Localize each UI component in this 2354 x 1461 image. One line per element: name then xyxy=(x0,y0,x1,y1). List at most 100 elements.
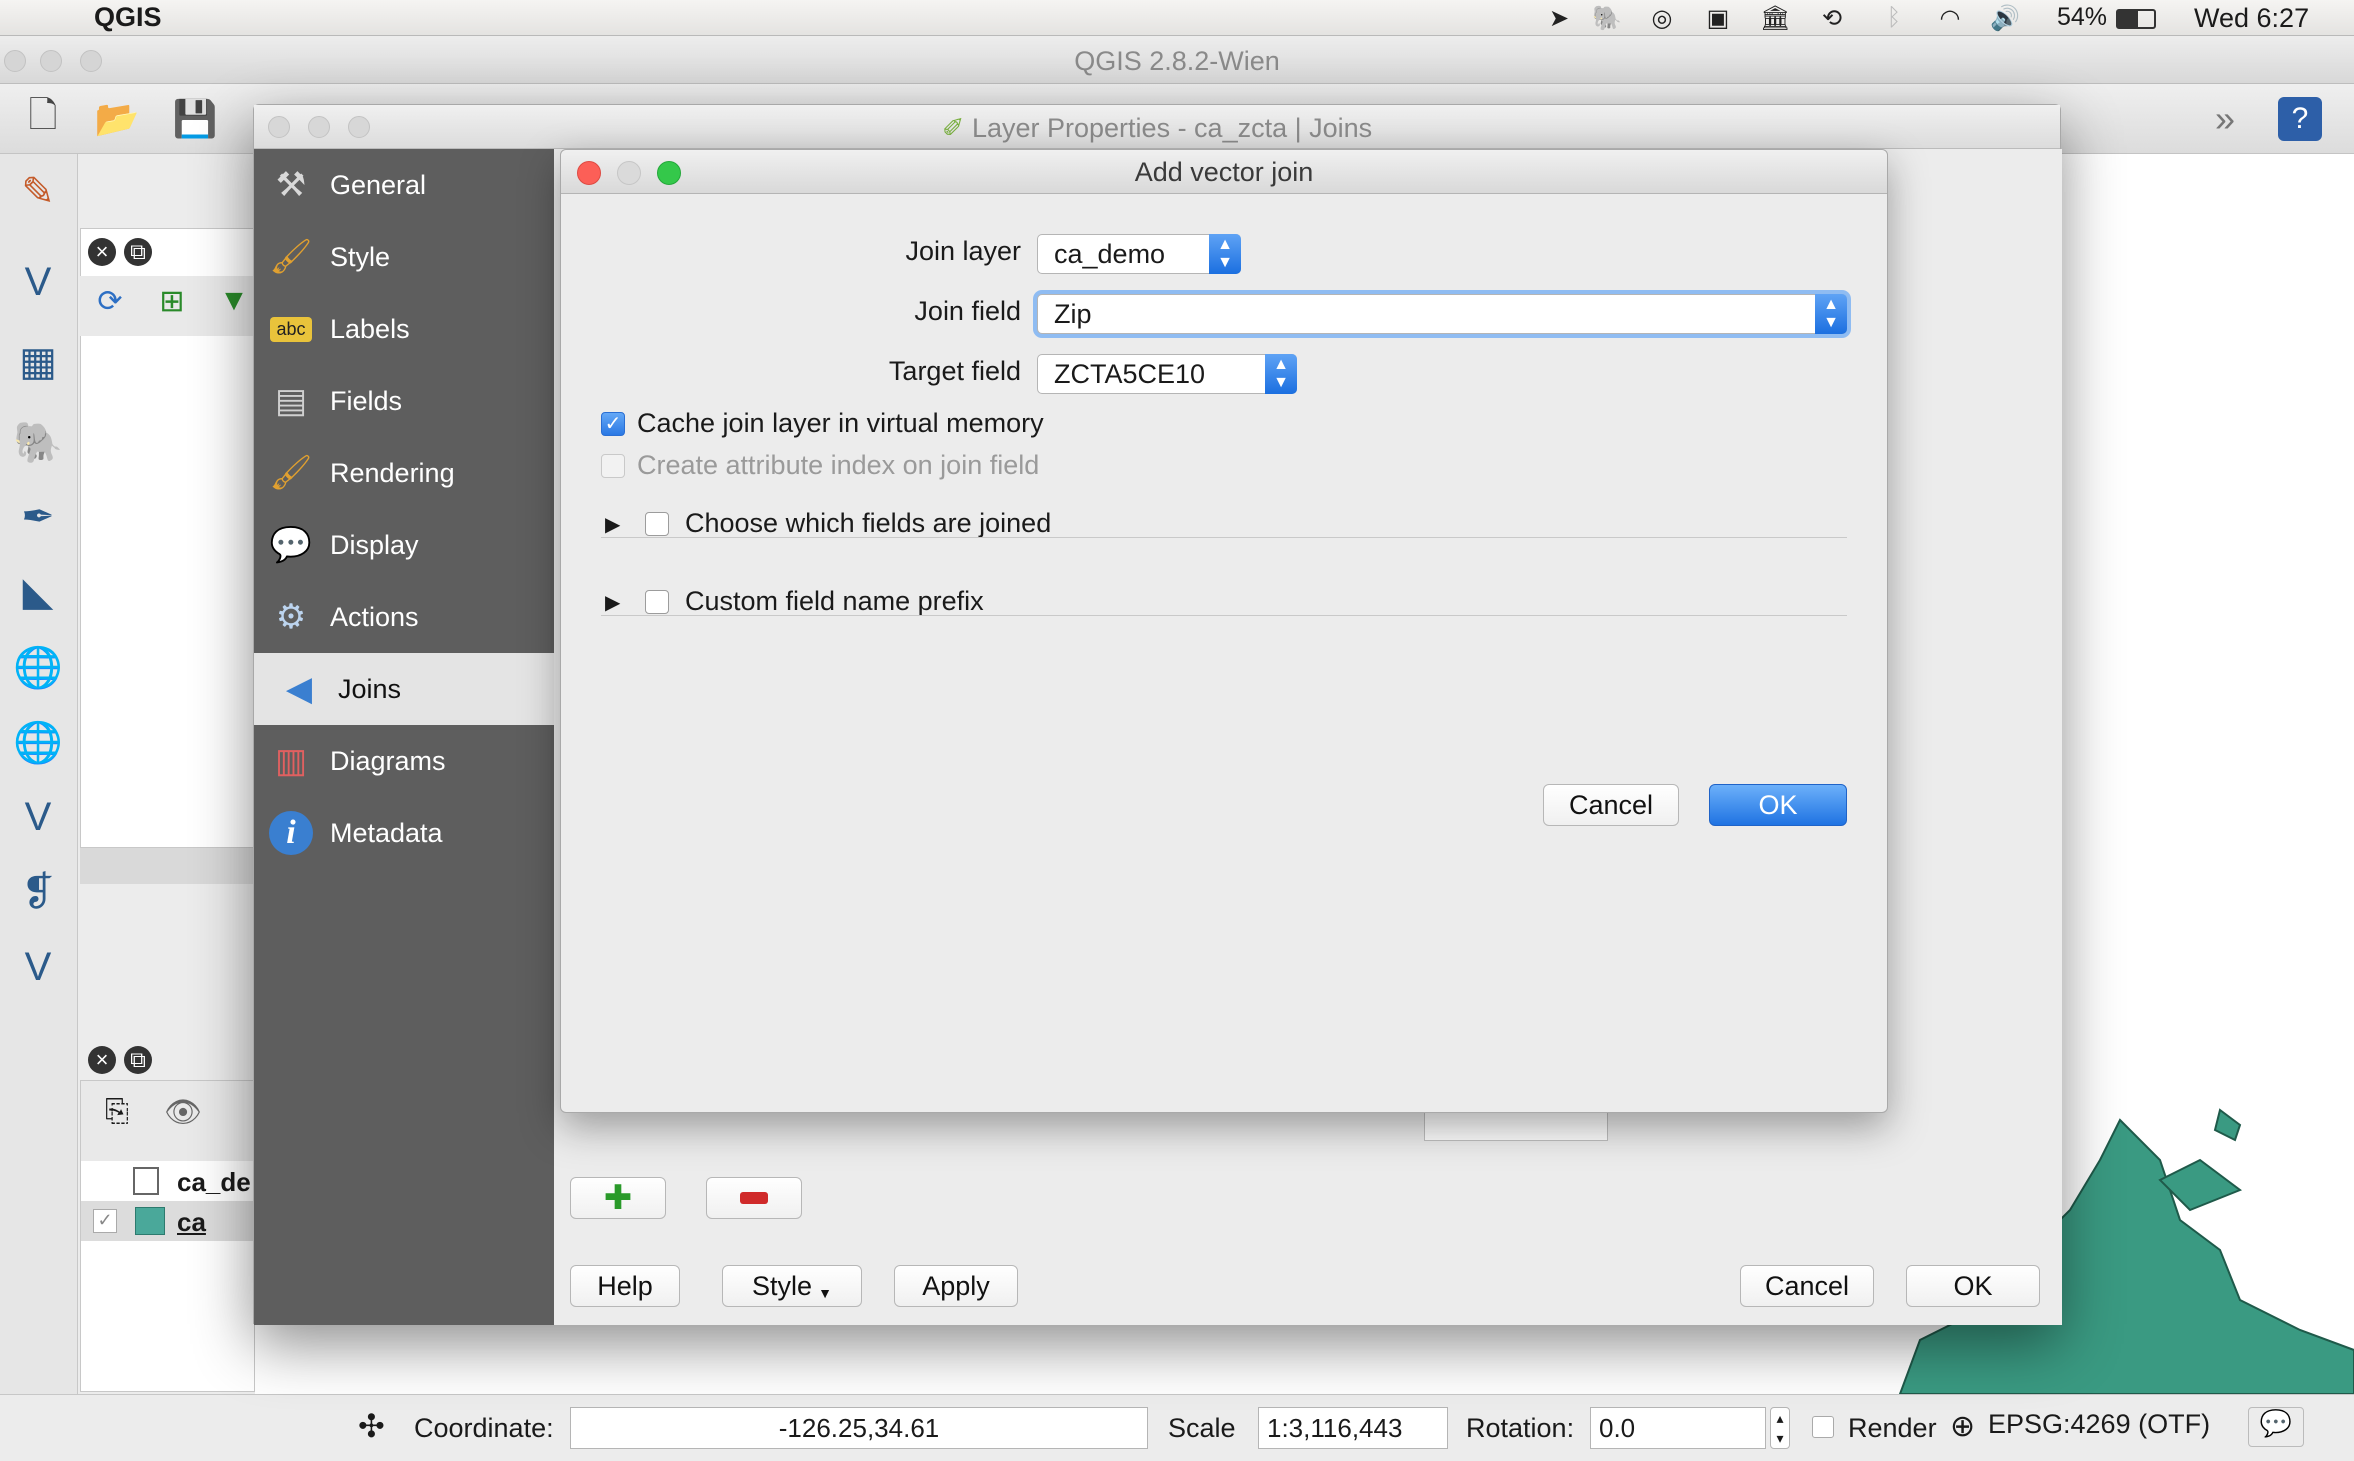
layer-properties-titlebar: ✐ Layer Properties - ca_zcta | Joins xyxy=(254,105,2060,149)
panel-splitter[interactable] xyxy=(80,848,255,884)
layer-name: ca_de xyxy=(177,1167,251,1197)
join-field-combo[interactable]: Zip ▲ ▼ xyxy=(1037,294,1847,334)
cache-join-checkbox[interactable]: ✓ xyxy=(601,412,625,436)
add-icon[interactable]: ⊞ xyxy=(150,284,194,328)
add-mssql-layer-icon[interactable]: ◣ xyxy=(8,564,68,620)
sidebar-item-general[interactable]: ⚒ General xyxy=(254,149,554,221)
app-menu[interactable]: QGIS xyxy=(94,2,162,33)
crs-label[interactable]: EPSG:4269 (OTF) xyxy=(1988,1409,2210,1440)
rotation-stepper[interactable]: ▴ ▾ xyxy=(1770,1407,1790,1449)
visibility-icon[interactable]: 👁 xyxy=(161,1095,205,1139)
target-field-value: ZCTA5CE10 xyxy=(1054,359,1206,389)
paintbrush-icon: 🖌 xyxy=(269,454,313,492)
speech-bubble-icon: 💬 xyxy=(269,526,313,564)
layers-panel: ⎘ 👁 ca_de ✓ ca xyxy=(80,1080,256,1392)
bank-icon[interactable]: 🏛 xyxy=(1760,4,1790,32)
filter-icon[interactable]: ▼ xyxy=(212,284,256,328)
sidebar-item-joins[interactable]: ◀ Joins xyxy=(254,653,554,725)
float-icon[interactable]: ⧉ xyxy=(124,238,152,266)
evernote-icon[interactable]: 🐘 xyxy=(1592,4,1622,32)
add-postgis-layer-icon[interactable]: 🐘 xyxy=(8,414,68,470)
add-spatialite-layer-icon[interactable]: ✒ xyxy=(8,489,68,545)
layer-visibility-checkbox[interactable]: ✓ xyxy=(93,1209,117,1233)
cancel-button[interactable]: Cancel xyxy=(1543,784,1679,826)
layer-row[interactable]: ca_de xyxy=(81,1161,256,1201)
statusbar: ✣ Coordinate: -126.25,34.61 Scale 1:3,11… xyxy=(0,1394,2354,1461)
battery-percent[interactable]: 54% xyxy=(2057,3,2107,32)
divider xyxy=(601,537,1847,538)
digitize-icon[interactable]: ✎ xyxy=(8,164,68,220)
messages-icon[interactable]: ✣ xyxy=(358,1407,385,1445)
attribute-index-checkbox[interactable] xyxy=(601,454,625,478)
sidebar-item-actions[interactable]: ⚙ Actions xyxy=(254,581,554,653)
tools-icon: ⚒ xyxy=(275,166,307,204)
refresh-icon[interactable]: ⟳ xyxy=(88,284,132,328)
creative-cloud-icon[interactable]: ◎ xyxy=(1648,4,1676,32)
sidebar-item-fields[interactable]: ▤ Fields xyxy=(254,365,554,437)
scale-combo[interactable]: 1:3,116,443 xyxy=(1258,1407,1448,1449)
ok-button[interactable]: OK xyxy=(1709,784,1847,826)
add-vector-layer-icon[interactable]: V xyxy=(8,254,68,310)
apply-button[interactable]: Apply xyxy=(894,1265,1018,1307)
sidebar-item-label: Metadata xyxy=(330,817,443,848)
battery-icon[interactable] xyxy=(2116,9,2156,29)
help-icon[interactable]: ? xyxy=(2278,97,2322,141)
rotation-field[interactable]: 0.0 xyxy=(1590,1407,1766,1449)
add-delimited-text-icon[interactable]: ❡ xyxy=(8,864,68,920)
sidebar-item-style[interactable]: 🖌 Style xyxy=(254,221,554,293)
messages-bubble-icon[interactable]: 💬 xyxy=(2248,1407,2304,1447)
choose-fields-checkbox[interactable] xyxy=(645,512,669,536)
layer-properties-sidebar: ⚒ General 🖌 Style abc Labels ▤ Fields 🖌 Rende… xyxy=(254,149,554,1325)
add-wcs-layer-icon[interactable]: 🌐 xyxy=(8,714,68,770)
close-icon[interactable]: × xyxy=(88,238,116,266)
close-icon[interactable]: × xyxy=(88,1046,116,1074)
location-icon[interactable]: ➤ xyxy=(1545,4,1573,32)
sidebar-item-metadata[interactable]: i Metadata xyxy=(254,797,554,869)
coordinate-field[interactable]: -126.25,34.61 xyxy=(570,1407,1148,1449)
abc-label-icon: abc xyxy=(266,304,316,354)
crs-icon[interactable]: ⊕ xyxy=(1950,1409,1975,1444)
prefix-checkbox[interactable] xyxy=(645,590,669,614)
target-field-combo[interactable]: ZCTA5CE10 ▲ ▼ xyxy=(1037,354,1297,394)
render-label: Render xyxy=(1848,1413,1937,1443)
sync-icon[interactable]: ▣ xyxy=(1704,4,1732,32)
ok-button[interactable]: OK xyxy=(1906,1265,2040,1307)
target-field-label: Target field xyxy=(888,356,1021,386)
browser-panel-toolbar: ⟳ ⊞ ▼ xyxy=(80,276,255,336)
wifi-icon[interactable]: ◠ xyxy=(1936,4,1964,32)
sidebar-item-labels[interactable]: abc Labels xyxy=(254,293,554,365)
add-join-button[interactable]: ✚ xyxy=(570,1177,666,1219)
style-button[interactable]: Style ▼ xyxy=(722,1265,862,1307)
expand-arrow-icon[interactable]: ▶ xyxy=(605,590,620,615)
sidebar-item-label: Joins xyxy=(338,673,402,704)
sidebar-item-display[interactable]: 💬 Display xyxy=(254,509,554,581)
diagram-icon: ▥ xyxy=(274,742,308,780)
save-project-icon[interactable]: 💾 xyxy=(170,94,220,144)
time-machine-icon[interactable]: ⟲ xyxy=(1818,4,1846,32)
sidebar-item-diagrams[interactable]: ▥ Diagrams xyxy=(254,725,554,797)
join-layer-combo[interactable]: ca_demo ▲ ▼ xyxy=(1037,234,1241,274)
more-tools-icon[interactable]: » xyxy=(2200,94,2250,144)
coordinate-label: Coordinate: xyxy=(414,1413,554,1443)
render-checkbox[interactable] xyxy=(1812,1416,1834,1438)
expand-arrow-icon[interactable]: ▶ xyxy=(605,512,620,537)
help-button[interactable]: Help xyxy=(570,1265,680,1307)
add-raster-layer-icon[interactable]: ▦ xyxy=(8,334,68,390)
rotation-label: Rotation: xyxy=(1466,1413,1575,1443)
float-icon[interactable]: ⧉ xyxy=(124,1046,152,1074)
add-wms-layer-icon[interactable]: 🌐 xyxy=(8,639,68,695)
open-layer-styling-icon[interactable]: ⎘ xyxy=(95,1095,139,1139)
layer-row[interactable]: ✓ ca xyxy=(81,1201,256,1241)
sidebar-item-rendering[interactable]: 🖌 Rendering xyxy=(254,437,554,509)
open-project-icon[interactable]: 📂 xyxy=(92,94,142,144)
sidebar-item-label: Fields xyxy=(330,385,403,416)
join-icon: ◀ xyxy=(285,670,313,708)
remove-join-button[interactable] xyxy=(706,1177,802,1219)
new-shapefile-icon[interactable]: V xyxy=(8,939,68,995)
cancel-button[interactable]: Cancel xyxy=(1740,1265,1874,1307)
table-icon: ▤ xyxy=(274,382,308,420)
add-wfs-layer-icon[interactable]: V xyxy=(8,789,68,845)
volume-icon[interactable]: 🔊 xyxy=(1990,4,2020,32)
new-project-icon[interactable]: 🗋 xyxy=(18,94,68,144)
bluetooth-icon[interactable]: ᛒ xyxy=(1880,4,1908,31)
